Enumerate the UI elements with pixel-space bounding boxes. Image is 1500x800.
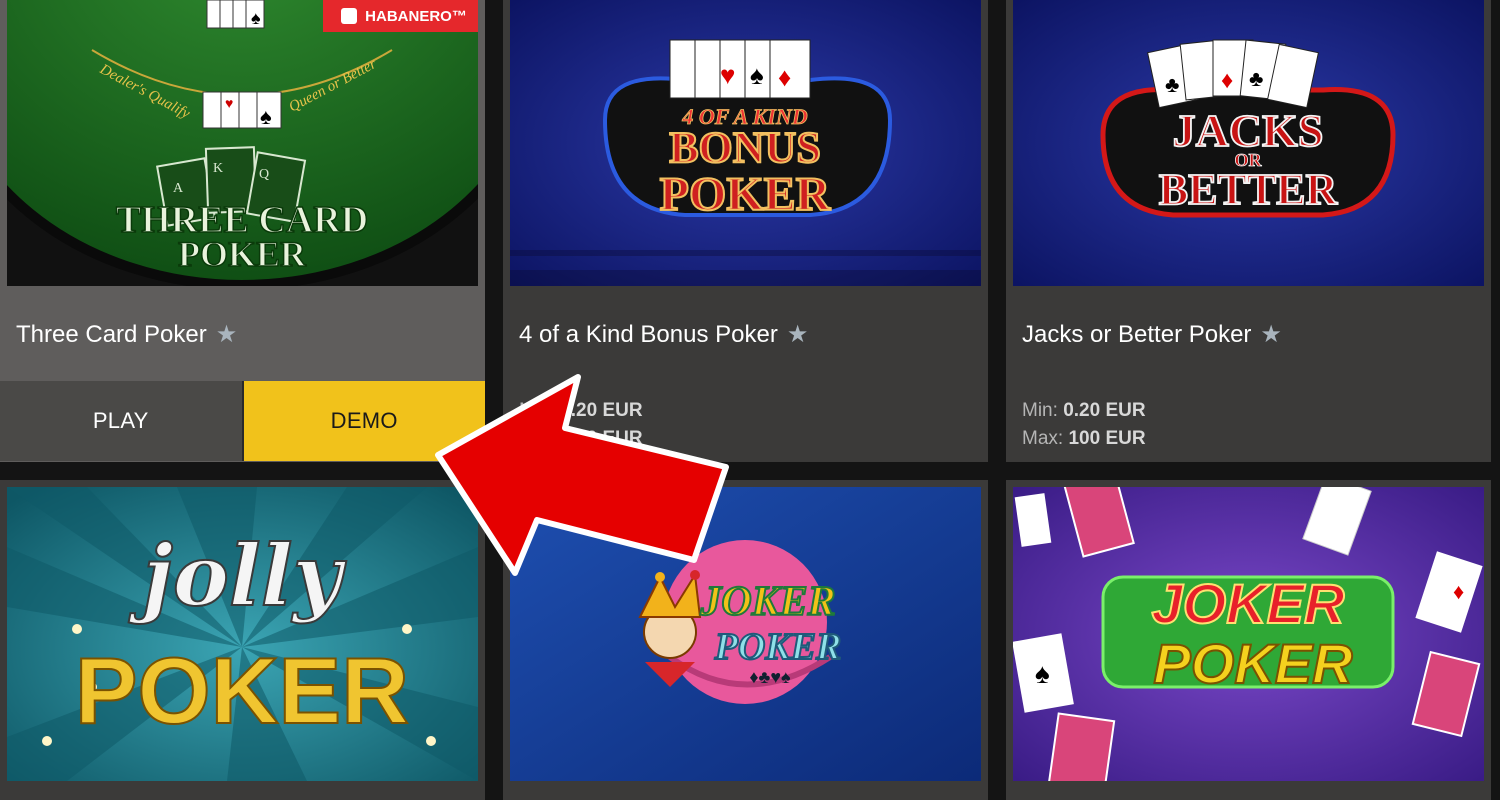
- game-thumbnail[interactable]: ♥ ♠ ♦ 4 OF A KIND BONUS POKER: [510, 0, 981, 286]
- max-bet: Max: 100 EUR: [519, 428, 643, 449]
- logo-line1: JOKER: [699, 579, 835, 625]
- logo-line1: BONUS: [669, 123, 821, 172]
- svg-text:♦: ♦: [1221, 67, 1233, 94]
- svg-text:♦: ♦: [778, 62, 791, 92]
- game-title-row: Three Card Poker ★: [0, 290, 485, 380]
- game-thumbnail[interactable]: ♣ ♦ ♣ JACKS OR BETTER: [1013, 0, 1484, 286]
- svg-text:♣: ♣: [1249, 66, 1263, 91]
- game-card-jacks-or-better-poker[interactable]: ♣ ♦ ♣ JACKS OR BETTER Jacks or Better Po…: [1006, 0, 1491, 462]
- game-thumbnail[interactable]: Dealer's Qualify Queen or Better ♠ ♠ ♥ A…: [7, 0, 478, 286]
- bet-limits: Min: 0.20 EUR Max: 100 EUR: [503, 383, 988, 462]
- max-bet: Max: 100 EUR: [1022, 428, 1146, 449]
- game-title: Jacks or Better Poker: [1022, 321, 1252, 348]
- game-card-4-of-a-kind-bonus-poker[interactable]: ♥ ♠ ♦ 4 OF A KIND BONUS POKER 4 of a Kin…: [503, 0, 988, 462]
- game-title-row: Jacks or Better Poker ★: [1006, 290, 1491, 380]
- logo-line1: JOKER: [1152, 572, 1345, 635]
- logo-line2: POKER: [1153, 632, 1353, 695]
- game-title-row: 4 of a Kind Bonus Poker ★: [503, 290, 988, 380]
- bet-limits: Min: 0.20 EUR Max: 100 EUR: [1006, 383, 1491, 462]
- svg-text:♦: ♦: [1453, 579, 1464, 604]
- game-title: 4 of a Kind Bonus Poker: [519, 321, 778, 348]
- game-thumbnail[interactable]: ♦ ♠ JOKER POKER: [1013, 487, 1484, 781]
- game-card-joker-poker-2[interactable]: ♦ ♠ JOKER POKER: [1006, 480, 1491, 800]
- card-suits-icon: ♦♣♥♠: [749, 667, 791, 687]
- play-button[interactable]: PLAY: [0, 381, 244, 461]
- card-label: K: [213, 161, 223, 176]
- svg-text:♠: ♠: [251, 8, 261, 28]
- game-card-joker-poker[interactable]: JOKER POKER ♦♣♥♠: [503, 480, 988, 800]
- logo-line2: POKER: [178, 234, 307, 274]
- logo-line1: jolly: [128, 526, 346, 625]
- svg-text:♠: ♠: [750, 60, 764, 90]
- logo-line2: POKER: [660, 168, 832, 221]
- logo-line2: BETTER: [1159, 165, 1339, 214]
- card-label: Q: [259, 167, 269, 182]
- svg-text:♥: ♥: [225, 95, 233, 111]
- game-thumbnail[interactable]: jolly POKER: [7, 487, 478, 781]
- playing-cards-icon: ♠: [206, 0, 265, 29]
- game-card-three-card-poker[interactable]: Dealer's Qualify Queen or Better ♠ ♠ ♥ A…: [0, 0, 485, 462]
- playing-cards-icon: ♠ ♥: [202, 91, 282, 129]
- svg-text:♥: ♥: [720, 60, 735, 90]
- logo-line1: JACKS: [1173, 105, 1324, 156]
- svg-text:♠: ♠: [260, 104, 272, 129]
- star-icon[interactable]: ★: [216, 323, 238, 347]
- game-title: Three Card Poker: [16, 321, 207, 348]
- logo-line2: POKER: [75, 638, 409, 743]
- demo-button[interactable]: DEMO: [243, 381, 485, 461]
- playing-cards-icon: ♥ ♠ ♦: [669, 39, 811, 99]
- provider-badge: HABANERO™: [323, 0, 478, 32]
- svg-text:♣: ♣: [1165, 72, 1179, 97]
- logo-line2: POKER: [714, 626, 842, 668]
- game-thumbnail[interactable]: JOKER POKER ♦♣♥♠: [510, 487, 981, 781]
- min-bet: Min: 0.20 EUR: [1022, 400, 1146, 421]
- star-icon[interactable]: ★: [1260, 323, 1282, 347]
- star-icon[interactable]: ★: [787, 323, 809, 347]
- card-label: A: [173, 181, 184, 196]
- min-bet: Min: 0.20 EUR: [519, 400, 643, 421]
- habanero-logo-icon: [341, 8, 358, 24]
- game-card-jolly-poker[interactable]: jolly POKER: [0, 480, 485, 800]
- game-actions: PLAY DEMO: [0, 381, 485, 461]
- svg-text:♠: ♠: [1035, 658, 1050, 689]
